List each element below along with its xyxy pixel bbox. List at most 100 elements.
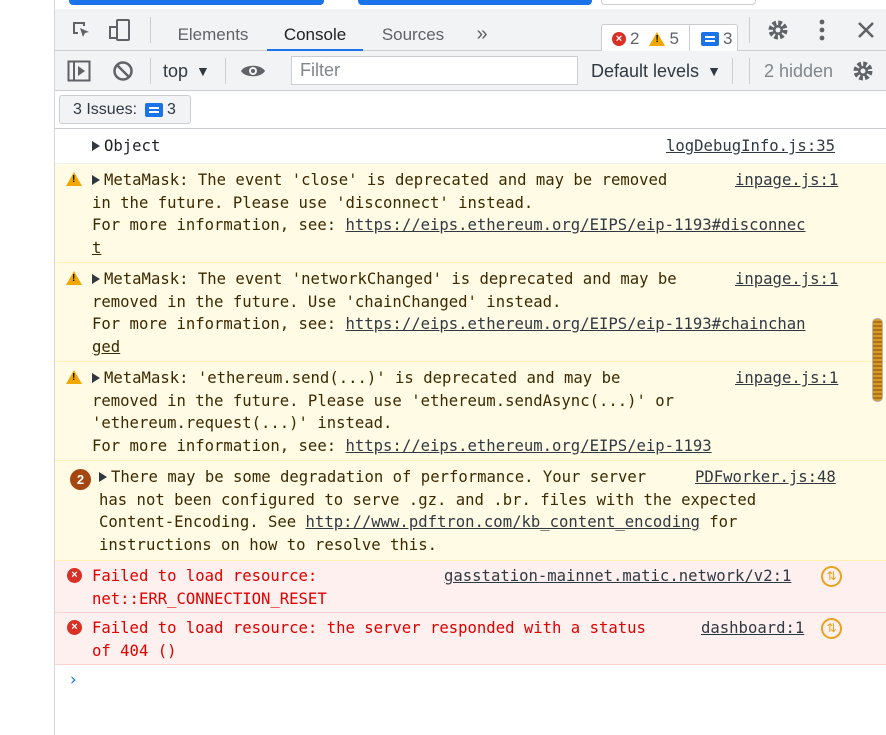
tab-elements-label: Elements (177, 24, 249, 44)
warning-icon (649, 32, 666, 46)
expand-triangle-icon[interactable] (92, 174, 100, 185)
more-tabs-icon: » (476, 23, 488, 45)
message-source-link[interactable]: inpage.js:1 (735, 169, 838, 192)
message-source-link[interactable]: PDFworker.js:48 (695, 466, 836, 489)
console-message: Object logDebugInfo.js:35 (55, 130, 886, 164)
issues-label: 3 Issues: (73, 100, 138, 118)
error-count: 2 (630, 29, 640, 48)
console-message: MetaMask: The event 'networkChanged' is … (55, 263, 886, 362)
warning-icon (66, 271, 82, 285)
expand-triangle-icon[interactable] (92, 372, 100, 383)
repeat-count-badge: 2 (70, 469, 91, 490)
browser-tab-2[interactable] (358, 0, 592, 5)
message-line: Failed to load resource: the server resp… (92, 619, 646, 637)
error-icon: × (67, 568, 82, 583)
network-request-icon[interactable]: ⇅ (821, 618, 842, 639)
counter-divider (689, 24, 690, 54)
dropdown-arrow-icon: ▼ (707, 63, 721, 79)
message-text[interactable]: MetaMask: The event 'networkChanged' is … (92, 268, 677, 291)
warning-count: 5 (669, 29, 679, 48)
message-url-link[interactable]: http://www.pdftron.com/kb_content_encodi… (306, 513, 700, 531)
console-messages: Object logDebugInfo.js:35 MetaMask: The … (55, 130, 886, 665)
live-expression-eye-icon[interactable] (239, 58, 267, 84)
message-source-link[interactable]: dashboard:1 (701, 617, 804, 640)
settings-gear-icon[interactable] (765, 17, 791, 43)
issue-counters[interactable]: × 2 5 3 (601, 24, 738, 54)
message-text: Content-Encoding. See http://www.pdftron… (99, 511, 737, 534)
message-url-link[interactable]: https://eips.ethereum.org/EIPS/eip-1193#… (345, 216, 805, 234)
message-line: For more information, see: (92, 216, 346, 235)
message-count: 3 (722, 29, 733, 48)
browser-tab-1[interactable] (69, 0, 324, 5)
message-source-link[interactable]: logDebugInfo.js:35 (666, 135, 835, 158)
sidebar-toggle-icon[interactable] (66, 58, 92, 84)
toolbar-divider (150, 58, 151, 84)
tab-elements[interactable]: Elements (168, 18, 258, 51)
devtools-panel: Elements Console Sources » × 2 5 3 (55, 0, 886, 735)
message-url-link[interactable]: https://eips.ethereum.org/EIPS/eip-1193 (345, 437, 711, 455)
message-url-link-continued[interactable]: t (92, 237, 101, 260)
clear-console-icon[interactable] (110, 58, 136, 84)
close-icon[interactable] (853, 17, 879, 43)
tab-sources[interactable]: Sources (373, 18, 453, 51)
message-text[interactable]: Object (92, 135, 160, 158)
console-settings-gear-icon[interactable] (850, 58, 876, 84)
device-toolbar-icon[interactable] (107, 17, 133, 43)
tab-sources-label: Sources (381, 24, 445, 44)
message-line: of 404 () (92, 641, 177, 660)
console-prompt[interactable]: › (68, 670, 78, 690)
top-strip (55, 0, 886, 8)
expand-triangle-icon[interactable] (92, 140, 100, 151)
message-icon (700, 32, 719, 46)
message-source-link[interactable]: inpage.js:1 (735, 268, 838, 291)
context-label: top (163, 60, 189, 81)
kebab-menu-icon[interactable] (809, 17, 835, 43)
error-icon: × (612, 32, 626, 46)
message-line: Object (104, 137, 161, 155)
message-text[interactable]: There may be some degradation of perform… (99, 466, 646, 489)
message-text: For more information, see: https://eips.… (92, 435, 712, 458)
toolbar-divider (150, 17, 151, 43)
tab-console[interactable]: Console (267, 18, 363, 51)
issues-count: 3 (167, 100, 176, 118)
message-line: has not been configured to serve .gz. an… (99, 490, 757, 509)
dropdown-arrow-icon: ▼ (196, 63, 210, 79)
message-source-link[interactable]: inpage.js:1 (735, 367, 838, 390)
message-line: There may be some degradation of perform… (111, 468, 647, 486)
message-text[interactable]: MetaMask: 'ethereum.send(...)' is deprec… (92, 367, 620, 390)
hidden-messages-count: 2 hidden (764, 60, 834, 81)
message-source-link[interactable]: gasstation-mainnet.matic.network/v2:1 (444, 565, 791, 588)
log-levels-dropdown[interactable]: Default levels ▼ (591, 58, 721, 84)
message-line: for (699, 513, 738, 532)
inspect-element-icon[interactable] (69, 18, 93, 42)
message-text: For more information, see: https://eips.… (92, 214, 806, 237)
browser-tab-3[interactable] (601, 0, 756, 5)
message-line: For more information, see: (92, 315, 346, 334)
console-message: MetaMask: The event 'close' is deprecate… (55, 164, 886, 263)
issues-button[interactable]: 3 Issues: 3 (59, 95, 191, 124)
message-line: removed in the future. Use 'chainChanged… (92, 292, 562, 311)
warning-icon (66, 370, 82, 384)
log-levels-label: Default levels (591, 60, 700, 81)
network-request-icon[interactable]: ⇅ (821, 566, 842, 587)
message-line: Content-Encoding. See (99, 513, 306, 532)
message-line: removed in the future. Please use 'ether… (92, 391, 675, 410)
message-line: Failed to load resource: (92, 567, 318, 585)
message-url-link-continued[interactable]: ged (92, 336, 120, 359)
tab-console-label: Console (283, 24, 347, 44)
toolbar-divider (225, 58, 226, 84)
scrollbar-thumb[interactable] (872, 318, 883, 402)
message-url-link[interactable]: https://eips.ethereum.org/EIPS/eip-1193#… (345, 315, 805, 333)
message-line: net::ERR_CONNECTION_RESET (92, 589, 327, 608)
page-gutter (0, 0, 55, 735)
expand-triangle-icon[interactable] (99, 471, 107, 482)
message-text[interactable]: MetaMask: The event 'close' is deprecate… (92, 169, 667, 192)
message-line: in the future. Please use 'disconnect' i… (92, 193, 534, 212)
toolbar-divider (749, 17, 750, 43)
context-selector[interactable]: top ▼ (163, 58, 210, 84)
filter-input[interactable]: Filter (291, 56, 578, 85)
expand-triangle-icon[interactable] (92, 273, 100, 284)
message-text: For more information, see: https://eips.… (92, 313, 806, 336)
more-tabs-button[interactable]: » (469, 18, 495, 51)
console-message: MetaMask: 'ethereum.send(...)' is deprec… (55, 362, 886, 461)
